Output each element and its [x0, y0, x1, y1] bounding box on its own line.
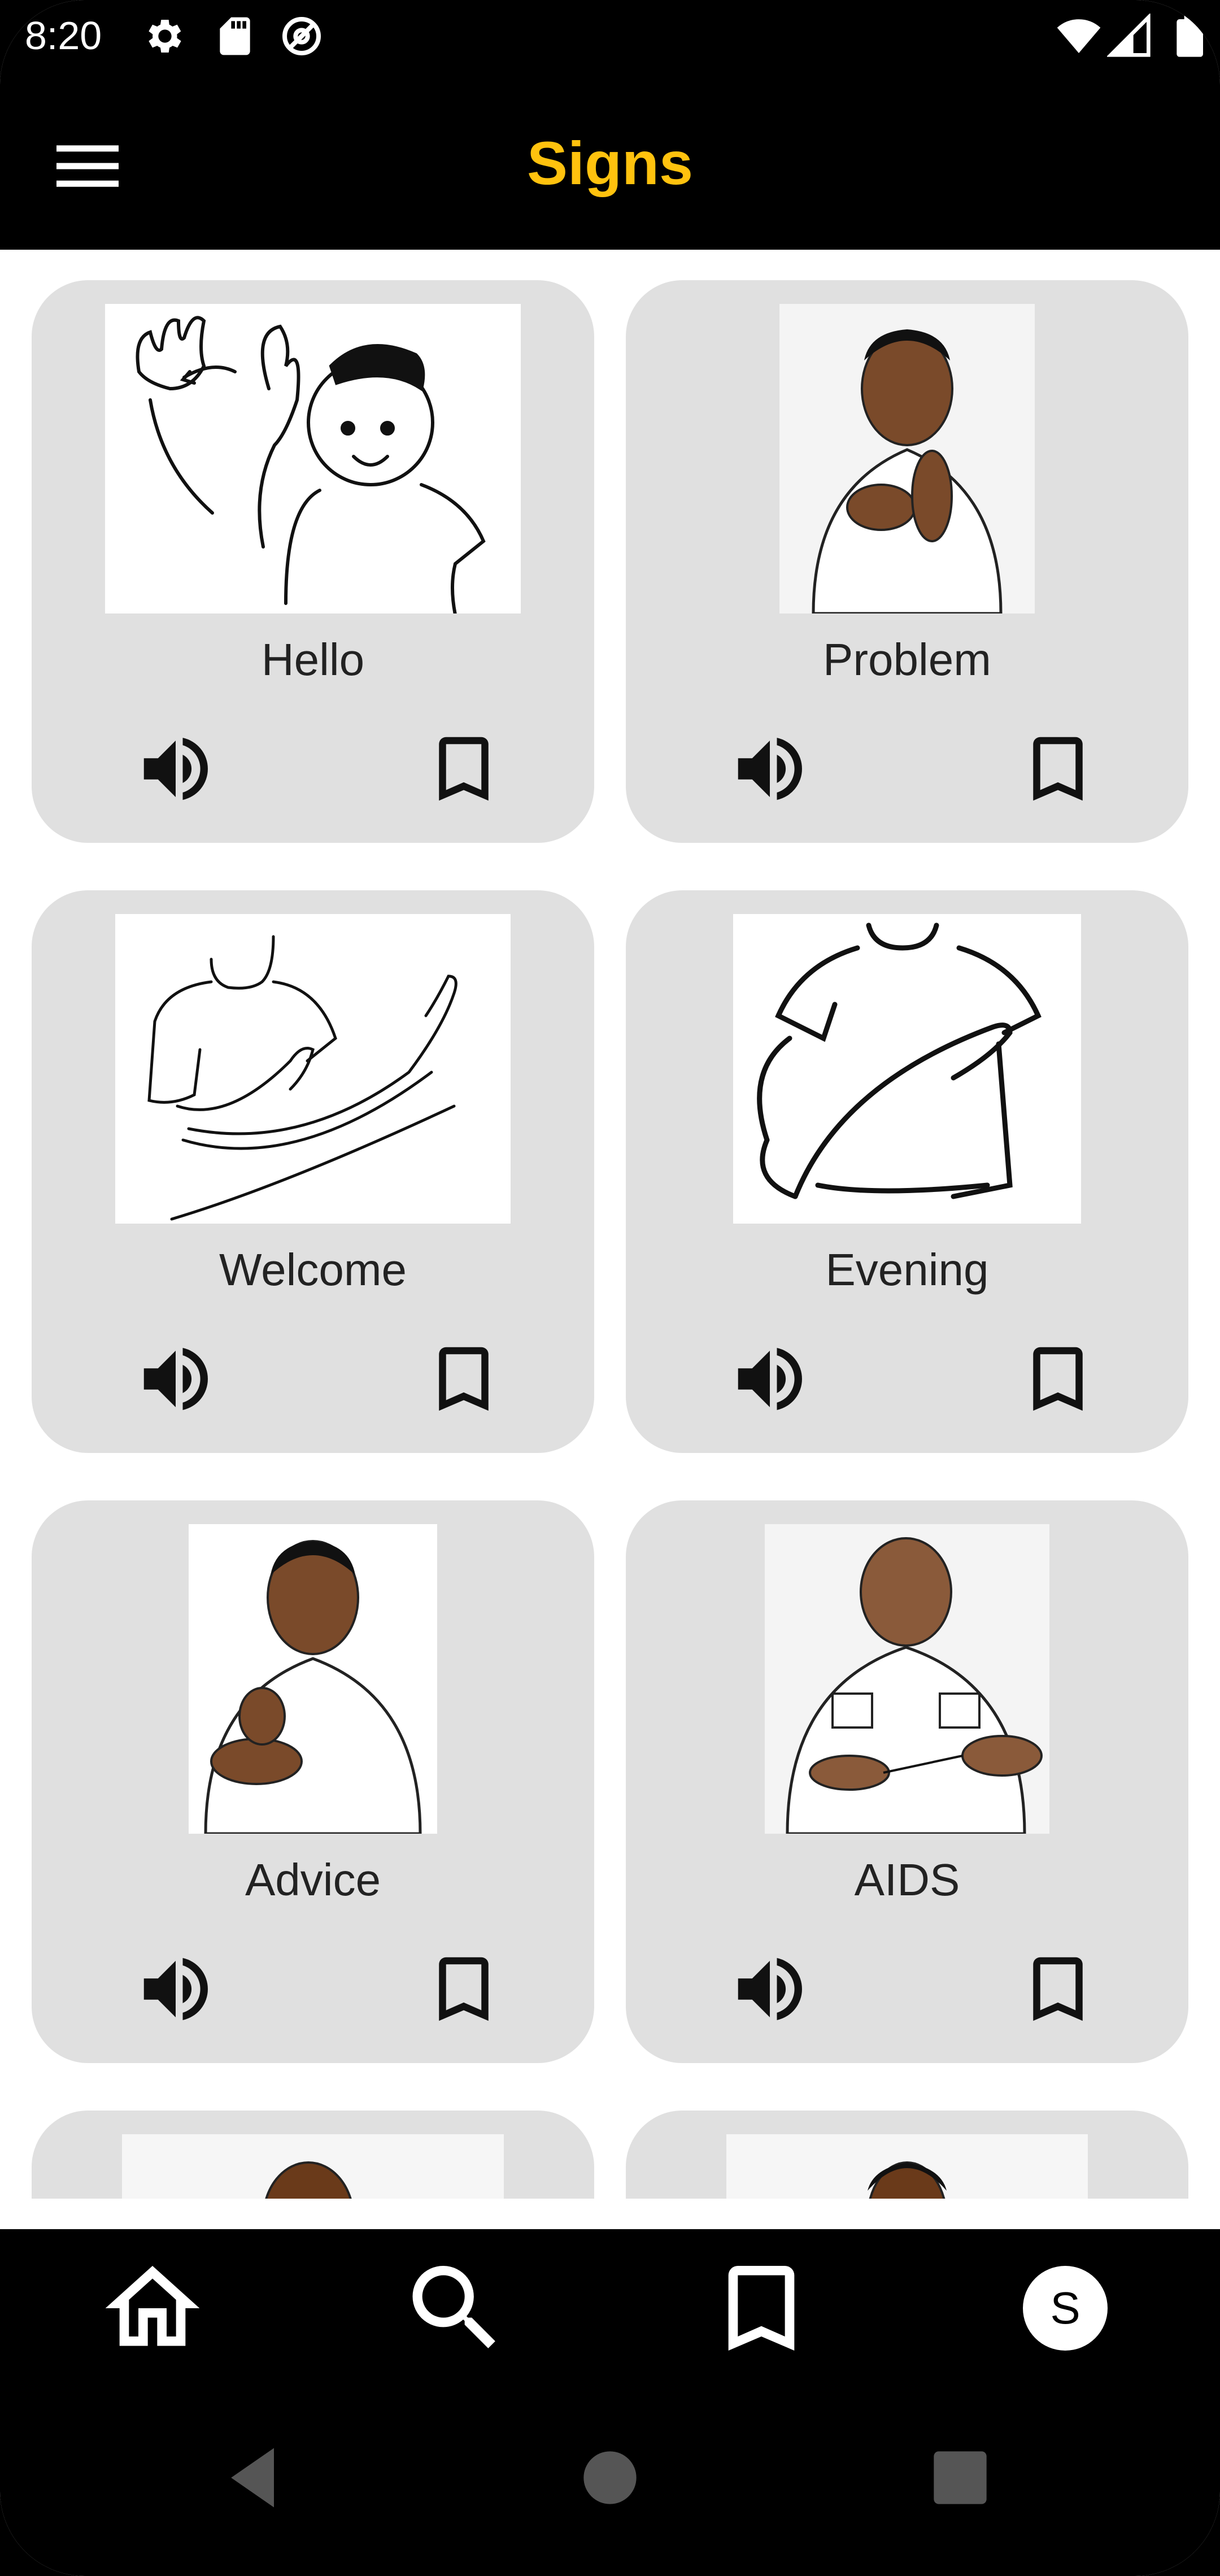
system-navigation-bar [0, 2387, 1220, 2576]
sign-card-problem[interactable]: Problem [626, 280, 1188, 843]
page-title: Signs [526, 129, 694, 197]
sign-illustration-hello [105, 304, 521, 613]
system-recents-button[interactable] [921, 2438, 1000, 2517]
signs-grid[interactable]: Hello Problem Welcome Evening Advice AID… [0, 250, 1220, 2199]
sign-drawing [204, 1540, 422, 1834]
sign-label: Hello [261, 634, 365, 685]
sign-label: Evening [825, 1245, 989, 1295]
speaker-icon [738, 1958, 802, 2020]
bookmark-button[interactable] [1016, 1337, 1100, 1421]
bookmark-button[interactable] [421, 1337, 506, 1421]
phone-screen: 8:20 Signs Hello Problem Welcome Evening… [0, 0, 1220, 2576]
wifi-icon [1056, 14, 1101, 59]
sign-drawing [757, 923, 1042, 1199]
sd-card-icon [212, 14, 258, 59]
nav-home-button[interactable] [96, 2252, 209, 2365]
sign-drawing [779, 304, 1035, 613]
avatar: S [1023, 2266, 1108, 2351]
nav-search-button[interactable] [399, 2252, 512, 2365]
at-sign-icon [279, 14, 324, 59]
home-icon [105, 2266, 200, 2346]
sign-drawing [765, 1524, 1049, 1834]
status-bar: 8:20 [0, 0, 1220, 73]
play-sound-button[interactable] [727, 1947, 812, 2031]
sign-drawing [147, 935, 457, 1221]
sign-drawing [122, 2134, 504, 2199]
status-time: 8:20 [25, 14, 102, 58]
sign-card-partial[interactable] [32, 2111, 594, 2199]
speaker-icon [738, 738, 802, 800]
nav-profile-button[interactable]: S [1009, 2252, 1122, 2365]
bottom-navigation: S [0, 2229, 1220, 2387]
speaker-icon [738, 1348, 802, 1410]
sign-illustration-welcome [115, 914, 511, 1224]
search-icon [412, 2266, 495, 2348]
sign-card-hello[interactable]: Hello [32, 280, 594, 843]
bookmark-button[interactable] [421, 1947, 506, 2031]
speaker-icon [143, 738, 208, 800]
sign-illustration-partial [726, 2134, 1088, 2199]
play-sound-button[interactable] [133, 726, 218, 811]
sign-card-evening[interactable]: Evening [626, 890, 1188, 1453]
bookmark-icon [728, 2266, 795, 2351]
play-sound-button[interactable] [133, 1947, 218, 2031]
bookmark-button[interactable] [421, 726, 506, 811]
sign-label: Problem [823, 634, 991, 685]
sign-illustration-advice [189, 1524, 437, 1834]
play-sound-button[interactable] [727, 726, 812, 811]
bookmark-icon [1033, 1347, 1083, 1411]
bookmark-icon [439, 1347, 489, 1411]
sign-illustration-problem [779, 304, 1035, 613]
sign-card-advice[interactable]: Advice [32, 1500, 594, 2063]
speaker-icon [143, 1348, 208, 1410]
sign-illustration-partial [122, 2134, 504, 2199]
sign-card-aids[interactable]: AIDS [626, 1500, 1188, 2063]
nav-bookmarks-button[interactable] [705, 2252, 818, 2365]
bookmark-icon [1033, 737, 1083, 801]
sign-illustration-aids [765, 1524, 1049, 1834]
sign-label: Welcome [219, 1245, 407, 1295]
sign-card-partial[interactable] [626, 2111, 1188, 2199]
play-sound-button[interactable] [133, 1337, 218, 1421]
sign-card-welcome[interactable]: Welcome [32, 890, 594, 1453]
back-icon [231, 2448, 274, 2508]
home-circle-icon [583, 2451, 637, 2504]
settings-icon [142, 14, 188, 59]
system-home-button[interactable] [570, 2438, 650, 2517]
cellular-signal-icon [1106, 12, 1152, 59]
sign-label: Advice [245, 1855, 381, 1905]
sign-drawing [136, 316, 486, 613]
system-back-button[interactable] [215, 2438, 294, 2517]
recents-icon [934, 2451, 987, 2504]
play-sound-button[interactable] [727, 1337, 812, 1421]
bookmark-icon [439, 737, 489, 801]
speaker-icon [143, 1958, 208, 2020]
bookmark-button[interactable] [1016, 726, 1100, 811]
bookmark-icon [1033, 1957, 1083, 2021]
sign-drawing [726, 2134, 1088, 2199]
sign-illustration-evening [733, 914, 1081, 1224]
sign-label: AIDS [854, 1855, 960, 1905]
app-bar: Signs [0, 73, 1220, 250]
bookmark-button[interactable] [1016, 1947, 1100, 2031]
battery-icon [1169, 14, 1214, 59]
bookmark-icon [439, 1957, 489, 2021]
